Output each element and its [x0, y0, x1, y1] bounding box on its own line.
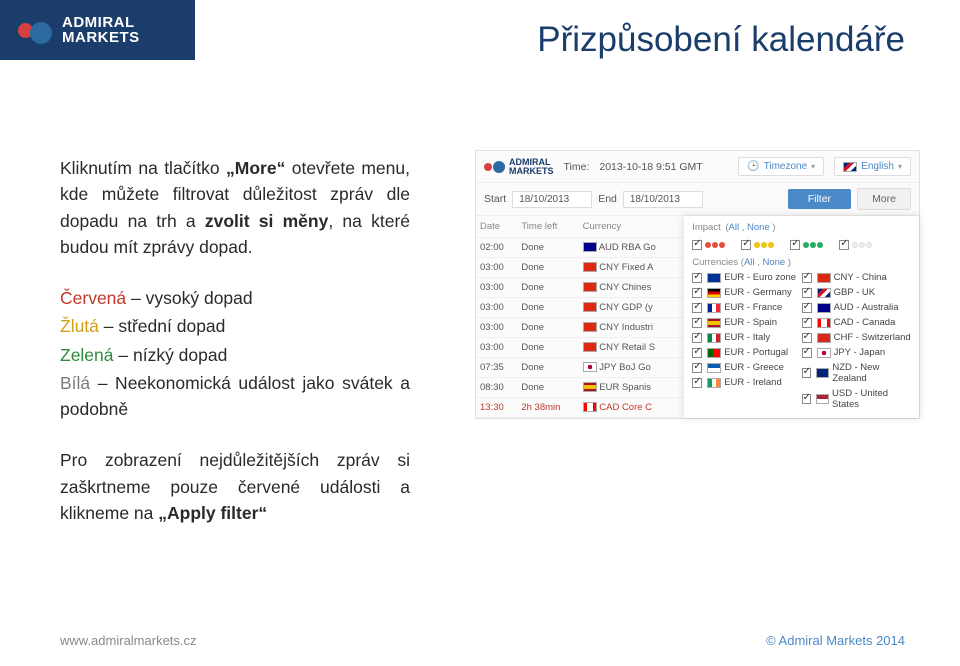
time-label: Time:	[564, 161, 590, 173]
impact-red: Červená – vysoký dopad	[60, 285, 410, 311]
content-column: Kliknutím na tlačítko „More“ otevřete me…	[60, 155, 410, 526]
th-timeleft: Time left	[517, 216, 578, 238]
currency-item[interactable]: AUD - Australia	[802, 300, 911, 315]
currencies-all-link[interactable]: All	[744, 257, 755, 268]
calendar-event-table: Date Time left Currency 02:00Done AUD RB…	[476, 216, 684, 418]
table-row[interactable]: 07:35Done JPY BoJ Go	[476, 358, 684, 378]
th-currency: Currency	[579, 216, 685, 238]
timezone-button[interactable]: Timezone ▾	[738, 157, 824, 176]
impact-all-link[interactable]: All	[729, 222, 740, 233]
footer-copyright: © Admiral Markets 2014	[766, 633, 905, 648]
impact-none-link[interactable]: None	[747, 222, 770, 233]
impact-list: Červená – vysoký dopad Žlutá – střední d…	[60, 285, 410, 422]
table-row[interactable]: 03:00Done CNY Industri	[476, 318, 684, 338]
currency-item[interactable]: CHF - Switzerland	[802, 330, 911, 345]
impact-check-red[interactable]	[692, 239, 725, 251]
currency-item[interactable]: EUR - Portugal	[692, 345, 801, 360]
currencies-links: (All , None )	[741, 257, 791, 268]
filter-button[interactable]: Filter	[788, 189, 851, 209]
more-button[interactable]: More	[857, 188, 911, 210]
impact-green-word: Zelená	[60, 345, 114, 365]
currencies-none-link[interactable]: None	[762, 257, 785, 268]
table-row[interactable]: 03:00Done CNY Retail S	[476, 338, 684, 358]
footer-url: www.admiralmarkets.cz	[60, 633, 197, 648]
th-date: Date	[476, 216, 517, 238]
intro-currency-word: zvolit si měny	[205, 211, 328, 231]
impact-check-white[interactable]	[839, 239, 872, 251]
impact-white-word: Bílá	[60, 373, 90, 393]
calendar-date-row: Start 18/10/2013 End 18/10/2013 Filter M…	[476, 183, 919, 216]
brand-ribbon: ADMIRAL MARKETS	[0, 0, 195, 60]
currency-item[interactable]: EUR - Ireland	[692, 375, 801, 390]
language-label: English	[861, 161, 894, 172]
chevron-down-icon: ▾	[811, 162, 815, 171]
timezone-label: Timezone	[764, 161, 808, 172]
table-row[interactable]: 03:00Done CNY GDP (y	[476, 298, 684, 318]
currency-item[interactable]: USD - United States	[802, 386, 911, 412]
action-apply-word: „Apply filter“	[158, 503, 267, 523]
end-date-input[interactable]: 18/10/2013	[623, 191, 703, 208]
impact-yellow-word: Žlutá	[60, 316, 99, 336]
brand-text: ADMIRAL MARKETS	[62, 15, 140, 45]
impact-red-word: Červená	[60, 288, 126, 308]
mini-dot-red	[484, 163, 492, 171]
impact-filter-header: Impact (All , None )	[692, 222, 911, 237]
flag-uk-icon	[843, 162, 857, 172]
currency-item[interactable]: EUR - France	[692, 300, 801, 315]
currency-item[interactable]: CNY - China	[802, 270, 911, 285]
impact-check-yellow[interactable]	[741, 239, 774, 251]
impact-links: (All , None )	[723, 222, 776, 233]
intro-paragraph: Kliknutím na tlačítko „More“ otevřete me…	[60, 155, 410, 260]
start-label: Start	[484, 193, 506, 205]
intro-more-word: „More“	[226, 158, 285, 178]
action-paragraph: Pro zobrazení nejdůležitějších zpráv si …	[60, 447, 410, 526]
brand-line2: MARKETS	[62, 30, 140, 45]
currency-item[interactable]: EUR - Germany	[692, 285, 801, 300]
start-date-input[interactable]: 18/10/2013	[512, 191, 592, 208]
impact-check-green[interactable]	[790, 239, 823, 251]
table-row[interactable]: 02:00Done AUD RBA Go	[476, 238, 684, 258]
language-button[interactable]: English ▾	[834, 157, 911, 176]
calendar-body: Date Time left Currency 02:00Done AUD RB…	[476, 216, 919, 418]
currency-item[interactable]: EUR - Greece	[692, 360, 801, 375]
currencies-columns: EUR - Euro zoneEUR - GermanyEUR - France…	[692, 270, 911, 412]
brand-line1: ADMIRAL	[62, 15, 140, 30]
currency-item[interactable]: EUR - Euro zone	[692, 270, 801, 285]
currency-item[interactable]: CAD - Canada	[802, 315, 911, 330]
calendar-logo: ADMIRALMARKETS	[484, 158, 554, 176]
currencies-col-left: EUR - Euro zoneEUR - GermanyEUR - France…	[692, 270, 801, 412]
intro-text-a: Kliknutím na tlačítko	[60, 158, 226, 178]
impact-green-rest: – nízký dopad	[114, 345, 228, 365]
currency-item[interactable]: GBP - UK	[802, 285, 911, 300]
currency-item[interactable]: EUR - Italy	[692, 330, 801, 345]
time-value: 2013-10-18 9:51 GMT	[599, 161, 702, 173]
currency-item[interactable]: NZD - New Zealand	[802, 360, 911, 386]
table-row[interactable]: 08:30Done EUR Spanis	[476, 378, 684, 398]
table-row[interactable]: 13:302h 38min CAD Core C	[476, 398, 684, 418]
impact-white: Bílá – Neekonomická událost jako svátek …	[60, 370, 410, 423]
logo-dot-blue	[30, 22, 52, 44]
calendar-panel: ADMIRALMARKETS Time: 2013-10-18 9:51 GMT…	[475, 150, 920, 419]
currencies-label: Currencies	[692, 257, 738, 268]
currencies-col-right: CNY - ChinaGBP - UKAUD - AustraliaCAD - …	[802, 270, 911, 412]
impact-label: Impact	[692, 222, 721, 233]
calendar-filter-popup: Impact (All , None ) Currencies (All , N…	[684, 216, 919, 418]
table-row[interactable]: 03:00Done CNY Fixed A	[476, 258, 684, 278]
calendar-top-bar: ADMIRALMARKETS Time: 2013-10-18 9:51 GMT…	[476, 151, 919, 183]
currency-item[interactable]: EUR - Spain	[692, 315, 801, 330]
calendar-logo-text: ADMIRALMARKETS	[509, 158, 554, 176]
currency-item[interactable]: JPY - Japan	[802, 345, 911, 360]
impact-white-rest: – Neekonomická událost jako svátek a pod…	[60, 373, 410, 419]
chevron-down-icon: ▾	[898, 162, 902, 171]
end-label: End	[598, 193, 617, 205]
impact-yellow: Žlutá – střední dopad	[60, 313, 410, 339]
mini-dot-blue	[493, 161, 505, 173]
impact-green: Zelená – nízký dopad	[60, 342, 410, 368]
impact-checkbox-row	[692, 239, 911, 251]
table-row[interactable]: 03:00Done CNY Chines	[476, 278, 684, 298]
page-title: Přizpůsobení kalendáře	[537, 20, 905, 60]
impact-yellow-rest: – střední dopad	[99, 316, 225, 336]
impact-red-rest: – vysoký dopad	[126, 288, 252, 308]
currencies-header: Currencies (All , None )	[692, 257, 911, 268]
